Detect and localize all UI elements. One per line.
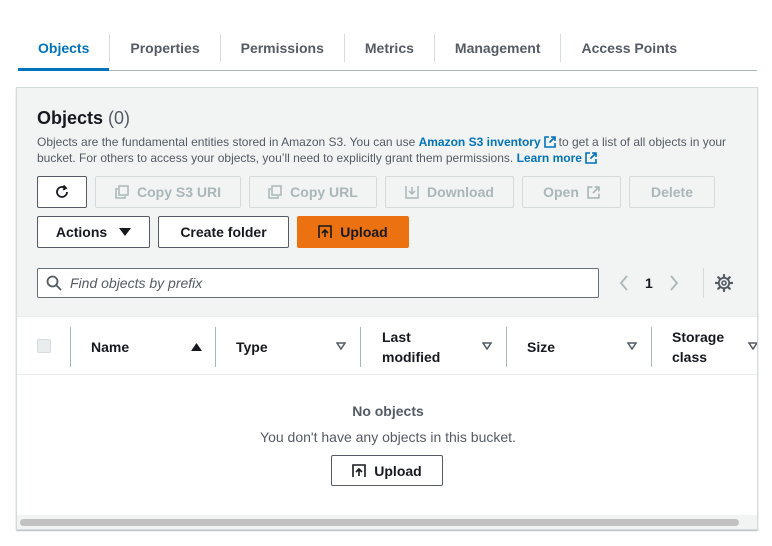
empty-state-upload-label: Upload bbox=[374, 462, 422, 479]
refresh-button[interactable] bbox=[37, 176, 87, 208]
objects-table-body: No objects You don't have any objects in… bbox=[17, 375, 757, 515]
copy-url-label: Copy URL bbox=[290, 184, 358, 200]
current-page-number[interactable]: 1 bbox=[645, 275, 653, 291]
panel-title: Objects (0) bbox=[37, 108, 130, 129]
column-header-name-label: Name bbox=[91, 338, 130, 355]
create-folder-label: Create folder bbox=[180, 224, 267, 240]
column-header-type[interactable]: Type bbox=[236, 317, 360, 376]
download-button[interactable]: Download bbox=[385, 176, 514, 208]
tab-metrics[interactable]: Metrics bbox=[345, 26, 434, 70]
learn-more-link-text: Learn more bbox=[516, 151, 582, 165]
upload-icon bbox=[352, 463, 367, 477]
empty-state-message: You don't have any objects in this bucke… bbox=[260, 429, 516, 445]
upload-label: Upload bbox=[340, 224, 388, 240]
open-button[interactable]: Open bbox=[522, 176, 621, 208]
select-all-checkbox[interactable] bbox=[37, 339, 51, 353]
search-icon bbox=[46, 275, 62, 291]
empty-state-title: No objects bbox=[352, 403, 424, 419]
column-divider bbox=[215, 327, 216, 367]
column-divider bbox=[651, 327, 652, 367]
tab-permissions[interactable]: Permissions bbox=[221, 26, 344, 70]
object-count: (0) bbox=[108, 108, 131, 128]
external-link-icon bbox=[543, 136, 556, 148]
refresh-icon bbox=[56, 184, 68, 198]
pagination: 1 bbox=[619, 273, 679, 293]
s3-inventory-link-text: Amazon S3 inventory bbox=[418, 135, 541, 149]
copy-s3-uri-button[interactable]: Copy S3 URI bbox=[95, 176, 241, 208]
column-header-storage-class[interactable]: Storage class bbox=[672, 317, 757, 376]
tab-properties[interactable]: Properties bbox=[110, 26, 219, 70]
delete-label: Delete bbox=[650, 184, 694, 200]
learn-more-link[interactable]: Learn more bbox=[517, 151, 600, 165]
column-header-last-modified[interactable]: Last modified bbox=[382, 317, 506, 376]
description-text: Objects are the fundamental entities sto… bbox=[37, 135, 416, 149]
column-divider bbox=[70, 327, 71, 367]
copy-url-button[interactable]: Copy URL bbox=[249, 176, 377, 208]
panel-title-text: Objects bbox=[37, 108, 104, 128]
chevron-right-icon[interactable] bbox=[669, 275, 679, 291]
sort-down-outline-icon bbox=[482, 342, 492, 350]
column-header-last-modified-label: Last modified bbox=[382, 328, 441, 365]
column-header-type-label: Type bbox=[236, 338, 268, 355]
chevron-left-icon[interactable] bbox=[619, 275, 629, 291]
column-header-size[interactable]: Size bbox=[527, 317, 651, 376]
upload-icon bbox=[318, 225, 333, 238]
objects-table-header: Name Type Last modified Size Storage cla… bbox=[17, 316, 757, 376]
copy-icon bbox=[268, 185, 282, 199]
s3-inventory-link[interactable]: Amazon S3 inventory bbox=[419, 135, 559, 149]
objects-panel: Objects (0) Objects are the fundamental … bbox=[16, 87, 758, 530]
empty-state-upload-button[interactable]: Upload bbox=[331, 455, 443, 486]
upload-button[interactable]: Upload bbox=[297, 216, 409, 248]
column-divider bbox=[360, 327, 361, 367]
scrollbar-thumb[interactable] bbox=[20, 519, 739, 526]
column-header-name[interactable]: Name bbox=[91, 317, 215, 376]
caret-down-icon bbox=[119, 228, 132, 236]
column-divider bbox=[506, 327, 507, 367]
sort-down-outline-icon bbox=[748, 342, 757, 350]
tab-bar: Objects Properties Permissions Metrics M… bbox=[18, 26, 757, 71]
panel-description: Objects are the fundamental entities sto… bbox=[37, 134, 737, 166]
horizontal-scrollbar[interactable] bbox=[17, 515, 757, 529]
pagination-divider bbox=[703, 268, 704, 298]
external-link-icon bbox=[587, 185, 600, 199]
copy-icon bbox=[115, 185, 129, 199]
download-icon bbox=[405, 186, 419, 199]
download-label: Download bbox=[427, 184, 494, 200]
copy-s3-uri-label: Copy S3 URI bbox=[136, 184, 221, 200]
sort-ascending-icon bbox=[191, 343, 202, 351]
actions-dropdown[interactable]: Actions bbox=[37, 216, 150, 248]
search-input[interactable] bbox=[70, 275, 580, 291]
tab-access-points[interactable]: Access Points bbox=[561, 26, 697, 70]
column-header-size-label: Size bbox=[527, 338, 556, 355]
actions-label: Actions bbox=[55, 224, 108, 240]
external-link-icon bbox=[585, 152, 597, 164]
tab-objects[interactable]: Objects bbox=[18, 26, 110, 71]
tab-management[interactable]: Management bbox=[435, 26, 561, 70]
sort-down-outline-icon bbox=[336, 342, 346, 350]
create-folder-button[interactable]: Create folder bbox=[158, 216, 289, 248]
search-box bbox=[37, 268, 599, 298]
column-header-storage-class-label: Storage class bbox=[672, 328, 725, 365]
sort-down-outline-icon bbox=[627, 342, 637, 350]
gear-icon[interactable] bbox=[715, 274, 733, 292]
open-label: Open bbox=[543, 184, 579, 200]
delete-button[interactable]: Delete bbox=[629, 176, 715, 208]
